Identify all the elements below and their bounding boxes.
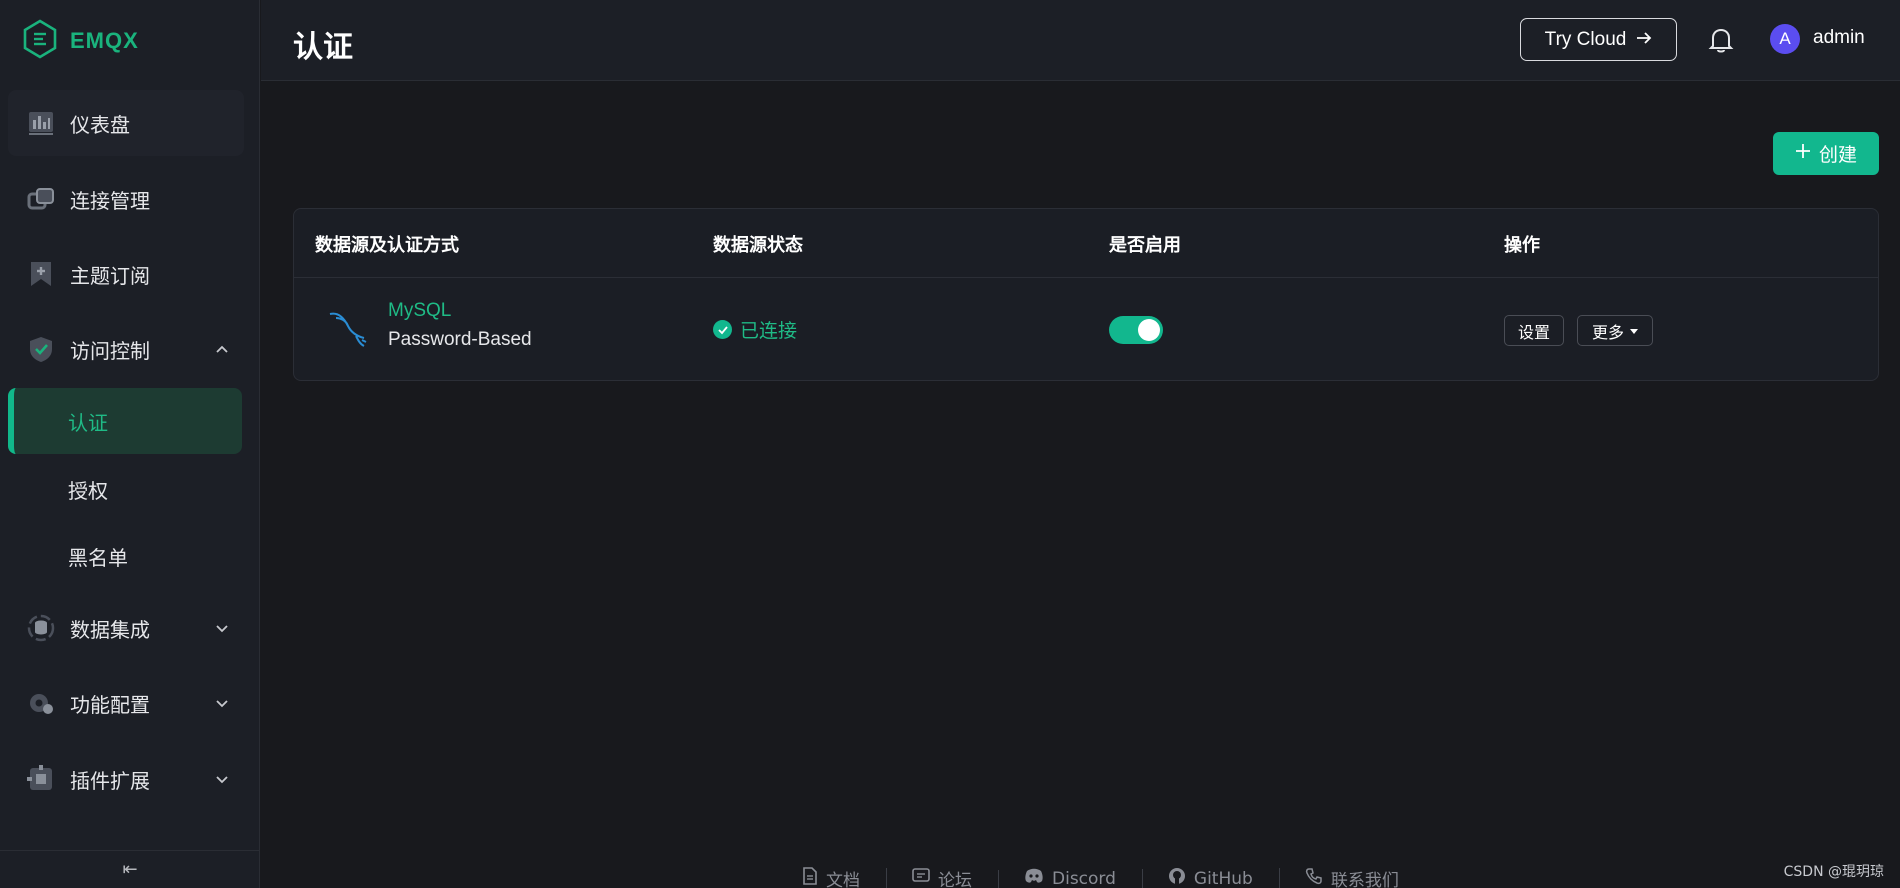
sidebar-subitem-authorization[interactable]: 授权 — [8, 456, 242, 522]
sidebar-item-label: 仪表盘 — [70, 112, 130, 137]
collapse-icon: ⇤ — [122, 859, 138, 880]
chevron-down-icon — [214, 695, 230, 711]
watermark: CSDN @琨玥琼 — [1783, 864, 1884, 880]
footer-link-github[interactable]: GitHub — [1141, 867, 1279, 888]
dashboard-icon — [26, 108, 56, 138]
top-header: 认证 Try Cloud A admin — [261, 0, 1900, 81]
discord-icon — [1024, 868, 1044, 888]
enable-toggle[interactable] — [1109, 316, 1163, 344]
column-header-enabled: 是否启用 — [1109, 235, 1181, 256]
topic-subscribe-icon — [26, 259, 56, 289]
footer-link-discord[interactable]: Discord — [998, 868, 1142, 888]
chevron-up-icon — [214, 341, 230, 357]
try-cloud-label: Try Cloud — [1544, 28, 1627, 50]
emqx-logo-icon — [22, 19, 58, 63]
page-title: 认证 — [293, 30, 353, 65]
footer-link-label: 论坛 — [938, 871, 972, 888]
sidebar-item-label: 功能配置 — [70, 692, 150, 717]
sidebar-item-plugins[interactable]: 插件扩展 — [8, 746, 244, 812]
sidebar-item-dashboard[interactable]: 仪表盘 — [8, 90, 244, 156]
check-circle-icon — [713, 320, 732, 339]
table-row: MySQL Password-Based 已连接 设置 更多 — [294, 278, 1878, 381]
sidebar-item-connections[interactable]: 连接管理 — [8, 166, 244, 232]
sidebar-item-label: 插件扩展 — [70, 768, 150, 793]
sidebar-item-label: 连接管理 — [70, 188, 150, 213]
arrow-right-icon — [1636, 29, 1652, 51]
status-badge: 已连接 — [713, 316, 797, 343]
footer-link-docs[interactable]: 文档 — [776, 866, 886, 888]
settings-label: 设置 — [1517, 324, 1550, 342]
username[interactable]: admin — [1813, 27, 1865, 49]
sidebar-collapse-button[interactable]: ⇤ — [0, 850, 260, 888]
sidebar-item-topic-subscribe[interactable]: 主题订阅 — [8, 241, 244, 307]
footer-link-label: 联系我们 — [1330, 871, 1399, 888]
shield-icon — [26, 334, 56, 364]
bell-icon[interactable] — [1707, 26, 1735, 54]
github-icon — [1168, 867, 1186, 888]
sidebar-subitem-label: 授权 — [68, 478, 108, 503]
sidebar-subitem-blacklist[interactable]: 黑名单 — [8, 523, 242, 589]
auth-mechanism: Password-Based — [388, 329, 532, 350]
footer-link-label: 文档 — [826, 871, 860, 888]
brand-name: EMQX — [70, 28, 139, 53]
sidebar-subitem-label: 认证 — [68, 410, 108, 435]
sidebar-item-label: 数据集成 — [70, 617, 150, 642]
more-label: 更多 — [1591, 324, 1624, 342]
footer-links: 文档 论坛 Discord GitHub 联系我们 — [776, 866, 1425, 888]
sidebar-item-label: 主题订阅 — [70, 263, 150, 288]
caret-down-icon — [1630, 322, 1638, 340]
chevron-down-icon — [214, 771, 230, 787]
sidebar-item-data-integration[interactable]: 数据集成 — [8, 595, 244, 661]
column-header-actions: 操作 — [1504, 235, 1540, 256]
sidebar-item-access-control[interactable]: 访问控制 — [8, 316, 244, 382]
phone-icon — [1305, 867, 1323, 888]
more-dropdown-button[interactable]: 更多 — [1577, 315, 1653, 346]
try-cloud-button[interactable]: Try Cloud — [1520, 18, 1677, 61]
settings-button[interactable]: 设置 — [1504, 315, 1564, 346]
plugin-icon — [26, 764, 56, 794]
avatar[interactable]: A — [1770, 24, 1800, 54]
footer: 文档 论坛 Discord GitHub 联系我们 — [261, 866, 1900, 888]
sidebar: EMQX 仪表盘 连接管理 主题订阅 访问控制 认证 授权 黑名单 数据集成 功… — [0, 0, 260, 888]
footer-link-label: GitHub — [1193, 868, 1253, 888]
create-button[interactable]: 创建 — [1773, 132, 1879, 175]
source-link[interactable]: MySQL — [388, 300, 451, 322]
toggle-knob — [1138, 319, 1160, 341]
sidebar-item-label: 访问控制 — [70, 338, 150, 363]
auth-table: 数据源及认证方式 数据源状态 是否启用 操作 MySQL Password-Ba… — [293, 208, 1879, 381]
brand-logo[interactable]: EMQX — [0, 0, 259, 82]
sidebar-subitem-label: 黑名单 — [68, 545, 128, 570]
data-integration-icon — [26, 613, 56, 643]
gear-icon — [26, 688, 56, 718]
footer-link-forum[interactable]: 论坛 — [886, 866, 998, 888]
column-header-status: 数据源状态 — [713, 235, 803, 256]
document-icon — [802, 867, 818, 888]
sidebar-subitem-authentication[interactable]: 认证 — [8, 388, 242, 454]
mysql-icon — [326, 306, 370, 350]
footer-link-label: Discord — [1052, 868, 1116, 888]
connections-icon — [26, 184, 56, 214]
create-label: 创建 — [1818, 145, 1857, 166]
column-header-source: 数据源及认证方式 — [315, 235, 459, 256]
status-text: 已连接 — [740, 320, 798, 342]
forum-icon — [912, 868, 930, 888]
footer-link-contact[interactable]: 联系我们 — [1278, 866, 1425, 888]
plus-icon — [1795, 143, 1811, 165]
chevron-down-icon — [214, 620, 230, 636]
sidebar-item-feature-config[interactable]: 功能配置 — [8, 670, 244, 736]
